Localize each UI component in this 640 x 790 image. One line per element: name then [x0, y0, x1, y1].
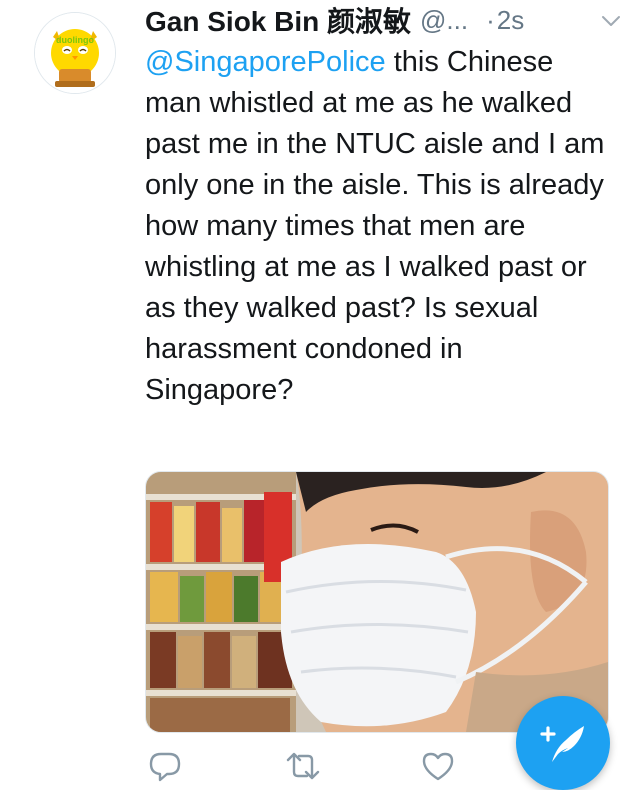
tweet[interactable]: duolingo Gan Siok Bin 颜淑敏 @... · 2s @Sin… [0, 0, 640, 790]
timestamp[interactable]: 2s [497, 5, 524, 36]
display-name[interactable]: Gan Siok Bin 颜淑敏 [145, 0, 411, 40]
separator-dot: · [486, 4, 495, 35]
avatar[interactable]: duolingo [34, 12, 116, 94]
tweet-text: @SingaporePolice this Chinese man whistl… [145, 42, 615, 411]
chevron-down-icon[interactable] [600, 10, 622, 32]
user-handle[interactable]: @... [420, 5, 468, 36]
tweet-photo[interactable] [145, 471, 609, 733]
duolingo-logo-text: duolingo [56, 35, 94, 45]
tweet-body: this Chinese man whistled at me as he wa… [145, 46, 605, 406]
mention-link[interactable]: @SingaporePolice [145, 46, 386, 78]
retweet-icon[interactable] [285, 748, 321, 784]
compose-tweet-icon [540, 726, 584, 762]
tweet-actions [145, 748, 485, 784]
reply-icon[interactable] [147, 748, 183, 784]
tweet-header: Gan Siok Bin 颜淑敏 @... · 2s [145, 0, 620, 40]
heart-icon[interactable] [420, 748, 456, 784]
compose-tweet-button[interactable] [516, 696, 610, 790]
